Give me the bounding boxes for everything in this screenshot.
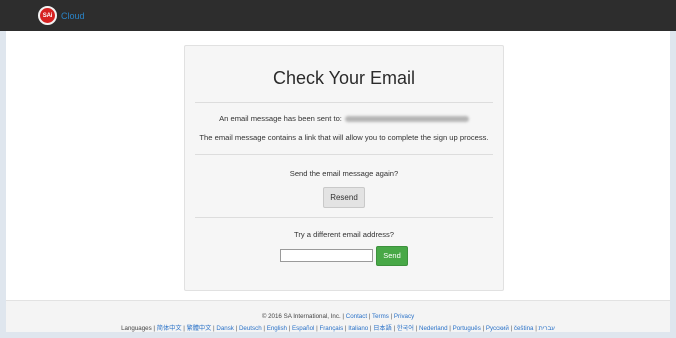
languages-label: Languages | bbox=[121, 325, 156, 332]
language-link[interactable]: Nederland bbox=[419, 325, 448, 332]
language-link[interactable]: Русский bbox=[486, 325, 509, 332]
language-link[interactable]: 繁體中文 bbox=[187, 325, 212, 332]
language-link[interactable]: Dansk bbox=[216, 325, 234, 332]
divider bbox=[195, 102, 493, 103]
divider bbox=[195, 153, 493, 155]
instruction-text: The email message contains a link that w… bbox=[199, 133, 489, 142]
try-different-question: Try a different email address? bbox=[293, 229, 395, 239]
terms-link[interactable]: Terms bbox=[372, 313, 389, 320]
language-link[interactable]: čeština bbox=[514, 325, 534, 332]
sent-to-label: An email message has been sent to: bbox=[219, 114, 342, 123]
resend-question: Send the email message again? bbox=[289, 168, 399, 178]
page-title: Check Your Email bbox=[272, 68, 416, 88]
copyright-text: © 2016 SA International, Inc. | bbox=[261, 313, 344, 320]
language-link[interactable]: 한국어 bbox=[397, 325, 414, 332]
redacted-email bbox=[344, 116, 469, 122]
language-link[interactable]: 简体中文 bbox=[157, 325, 182, 332]
resend-button[interactable]: Resend bbox=[323, 186, 365, 208]
divider bbox=[195, 216, 493, 218]
language-link[interactable]: Español bbox=[292, 325, 314, 332]
language-links: Languages | 简体中文 | 繁體中文 | Dansk | Deutsc… bbox=[6, 323, 670, 332]
send-button[interactable]: Send bbox=[376, 245, 408, 266]
language-link[interactable]: Português bbox=[453, 325, 481, 332]
sent-to-text: An email message has been sent to: bbox=[185, 114, 503, 123]
language-link[interactable]: Français bbox=[319, 325, 343, 332]
language-link[interactable]: 日本語 bbox=[373, 325, 392, 332]
check-email-card: Check Your Email An email message has be… bbox=[184, 45, 504, 291]
contact-link[interactable]: Contact bbox=[346, 313, 367, 320]
footer-copyright-line: © 2016 SA International, Inc. | Contact … bbox=[6, 313, 670, 320]
language-link[interactable]: עברית bbox=[539, 325, 555, 332]
language-link[interactable]: Italiano bbox=[348, 325, 368, 332]
send-row: Send bbox=[185, 245, 503, 266]
language-link[interactable]: English bbox=[267, 325, 287, 332]
language-link[interactable]: Deutsch bbox=[239, 325, 262, 332]
brand-link[interactable]: Cloud bbox=[61, 11, 85, 21]
new-email-input[interactable] bbox=[280, 249, 373, 262]
privacy-link[interactable]: Privacy bbox=[394, 313, 414, 320]
logo-text: SAi bbox=[42, 12, 53, 19]
page-footer: © 2016 SA International, Inc. | Contact … bbox=[6, 300, 670, 332]
top-navbar: SAi Cloud bbox=[0, 0, 676, 31]
sai-logo-icon[interactable]: SAi bbox=[38, 6, 57, 25]
